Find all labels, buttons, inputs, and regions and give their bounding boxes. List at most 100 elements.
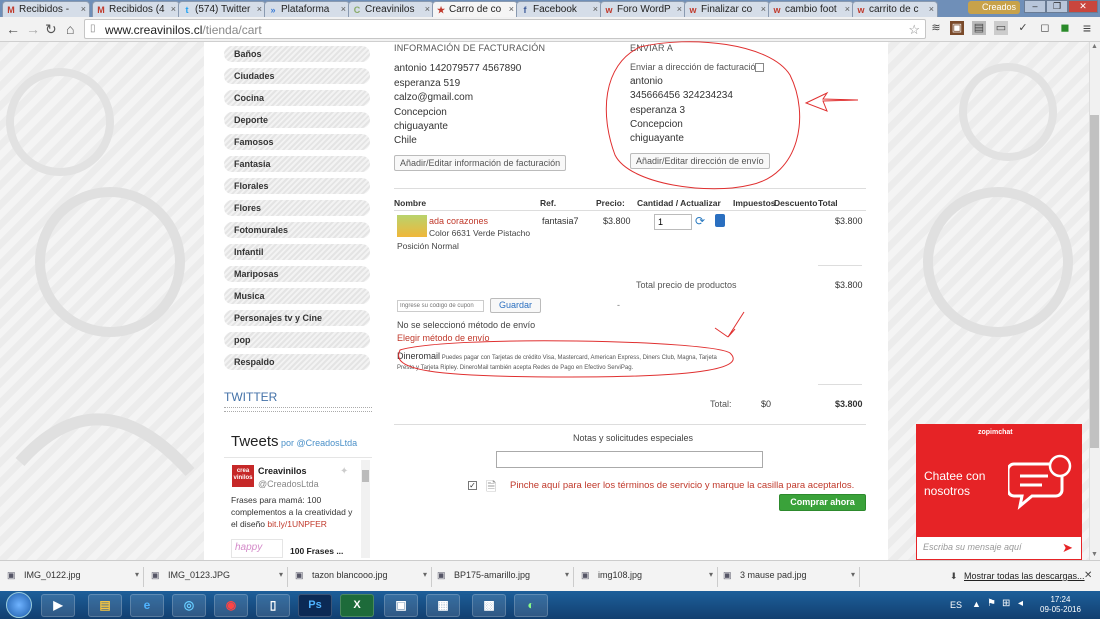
- category-personajes[interactable]: Personajes tv y Cine: [224, 310, 370, 326]
- download-item[interactable]: ▣ 3 mause pad.jpg ▾: [718, 567, 860, 587]
- bookmark-star-icon[interactable]: ☆: [908, 22, 920, 38]
- extension-icon[interactable]: ◻: [1038, 21, 1052, 35]
- close-icon[interactable]: ×: [677, 4, 682, 14]
- tab-gmail-1[interactable]: M Recibidos - ×: [2, 1, 90, 17]
- close-downloads-icon[interactable]: ✕: [1084, 570, 1092, 581]
- category-fantasia[interactable]: Fantasia: [224, 156, 370, 172]
- check-extension-icon[interactable]: ✓: [1016, 21, 1030, 35]
- tweet-author-handle[interactable]: @CreadosLtda: [258, 479, 319, 489]
- reload-icon[interactable]: ↻: [45, 22, 57, 36]
- close-icon[interactable]: ×: [593, 4, 598, 14]
- tab-foro[interactable]: w Foro WordP ×: [600, 1, 686, 17]
- language-indicator[interactable]: ES: [950, 600, 962, 610]
- tab-creavinilos[interactable]: C Creavinilos ×: [348, 1, 434, 17]
- chrome-icon[interactable]: ◉: [214, 594, 248, 617]
- category-banos[interactable]: Baños: [224, 46, 370, 62]
- chevron-down-icon[interactable]: ▾: [565, 570, 569, 579]
- close-icon[interactable]: ×: [845, 4, 850, 14]
- start-button[interactable]: [6, 592, 32, 618]
- extension-icon[interactable]: ▤: [972, 21, 986, 35]
- tray-up-icon[interactable]: ▲: [972, 599, 981, 609]
- maximize-icon[interactable]: ❐: [1046, 0, 1068, 13]
- close-icon[interactable]: ×: [509, 4, 514, 14]
- widget-scrollbar-thumb[interactable]: [362, 470, 369, 482]
- menu-icon[interactable]: ≡: [1080, 21, 1094, 35]
- tab-finalizar[interactable]: w Finalizar co ×: [684, 1, 770, 17]
- device-icon[interactable]: ▯: [256, 594, 290, 617]
- category-respaldo[interactable]: Respaldo: [224, 354, 370, 370]
- category-deporte[interactable]: Deporte: [224, 112, 370, 128]
- category-fotomurales[interactable]: Fotomurales: [224, 222, 370, 238]
- category-ciudades[interactable]: Ciudades: [224, 68, 370, 84]
- chat-widget[interactable]: zopimchat Chatee con nosotros: [916, 424, 1082, 536]
- tweet-author-name[interactable]: Creavinilos: [258, 466, 307, 476]
- scroll-up-icon[interactable]: ▲: [1091, 43, 1098, 50]
- avatar[interactable]: crea vinilos: [232, 465, 254, 487]
- chevron-down-icon[interactable]: ▾: [851, 570, 855, 579]
- tray-flag-icon[interactable]: ⚑: [987, 598, 996, 609]
- app-icon[interactable]: ▩: [472, 594, 506, 617]
- tab-facebook[interactable]: f Facebook ×: [516, 1, 602, 17]
- buy-now-button[interactable]: Comprar ahora: [779, 494, 866, 511]
- download-item[interactable]: ▣ BP175-amarillo.jpg ▾: [432, 567, 574, 587]
- window-close-icon[interactable]: ✕: [1068, 0, 1098, 13]
- scroll-down-icon[interactable]: ▼: [1091, 551, 1098, 558]
- tab-carrito[interactable]: w carrito de c ×: [852, 1, 938, 17]
- notes-textarea[interactable]: [496, 451, 763, 468]
- app-icon[interactable]: ◐: [514, 594, 548, 617]
- chevron-down-icon[interactable]: ▾: [423, 570, 427, 579]
- volume-icon[interactable]: ◂: [1018, 598, 1023, 609]
- close-icon[interactable]: ×: [171, 4, 176, 14]
- close-icon[interactable]: ×: [81, 4, 86, 14]
- chevron-down-icon[interactable]: ▾: [279, 570, 283, 579]
- app-icon[interactable]: ▣: [384, 594, 418, 617]
- tweet-card-title[interactable]: 100 Frases ...: [290, 546, 343, 556]
- category-cocina[interactable]: Cocina: [224, 90, 370, 106]
- close-icon[interactable]: ×: [425, 4, 430, 14]
- category-mariposas[interactable]: Mariposas: [224, 266, 370, 282]
- file-explorer-icon[interactable]: ▤: [88, 594, 122, 617]
- send-icon[interactable]: ➤: [1062, 540, 1073, 556]
- close-icon[interactable]: ×: [341, 4, 346, 14]
- tweet-card-image[interactable]: happy: [231, 539, 283, 558]
- minimize-icon[interactable]: –: [1024, 0, 1046, 13]
- show-all-downloads-link[interactable]: Mostrar todas las descargas...: [964, 571, 1085, 581]
- chat-message-input[interactable]: Escriba su mensaje aquí: [916, 536, 1082, 560]
- layers-extension-icon[interactable]: ≋: [929, 21, 943, 35]
- forward-arrow-icon[interactable]: →: [26, 22, 40, 36]
- tab-twitter[interactable]: t (574) Twitter ×: [178, 1, 266, 17]
- internet-explorer-icon[interactable]: e: [130, 594, 164, 617]
- tweet-link[interactable]: bit.ly/1UNPFER: [267, 519, 327, 529]
- back-arrow-icon[interactable]: ←: [6, 22, 20, 36]
- download-item[interactable]: ▣ tazon blancooo.jpg ▾: [290, 567, 432, 587]
- tos-checkbox[interactable]: ✓: [468, 481, 477, 490]
- download-item[interactable]: ▣ IMG_0122.jpg ▾: [2, 567, 144, 587]
- close-icon[interactable]: ×: [257, 4, 262, 14]
- category-flores[interactable]: Flores: [224, 200, 370, 216]
- tab-cart-active[interactable]: ★ Carro de co ×: [432, 1, 518, 17]
- tab-gmail-2[interactable]: M Recibidos (4 ×: [92, 1, 180, 17]
- chevron-down-icon[interactable]: ▾: [135, 570, 139, 579]
- chevron-down-icon[interactable]: ▾: [709, 570, 713, 579]
- tab-plataforma[interactable]: » Plataforma ×: [264, 1, 350, 17]
- app-icon[interactable]: ◎: [172, 594, 206, 617]
- tweets-by-link[interactable]: por @CreadosLtda: [281, 438, 357, 448]
- system-clock[interactable]: 17:24 09-05-2016: [1040, 595, 1081, 615]
- extension-icon[interactable]: ▭: [994, 21, 1008, 35]
- profile-badge[interactable]: Creados: [968, 1, 1021, 14]
- category-famosos[interactable]: Famosos: [224, 134, 370, 150]
- download-item[interactable]: ▣ img108.jpg ▾: [576, 567, 718, 587]
- category-florales[interactable]: Florales: [224, 178, 370, 194]
- download-item[interactable]: ▣ IMG_0123.JPG ▾: [146, 567, 288, 587]
- extension-icon[interactable]: ◼: [1058, 21, 1072, 35]
- close-icon[interactable]: ×: [761, 4, 766, 14]
- media-player-icon[interactable]: ▶: [41, 594, 75, 617]
- excel-icon[interactable]: X: [340, 594, 374, 617]
- scrollbar-thumb[interactable]: [1090, 115, 1099, 448]
- network-icon[interactable]: ⊞: [1002, 598, 1010, 609]
- tos-link[interactable]: Pinche aquí para leer los términos de se…: [510, 480, 854, 491]
- category-pop[interactable]: pop: [224, 332, 370, 348]
- category-infantil[interactable]: Infantil: [224, 244, 370, 260]
- home-icon[interactable]: ⌂: [66, 22, 74, 36]
- category-musica[interactable]: Musica: [224, 288, 370, 304]
